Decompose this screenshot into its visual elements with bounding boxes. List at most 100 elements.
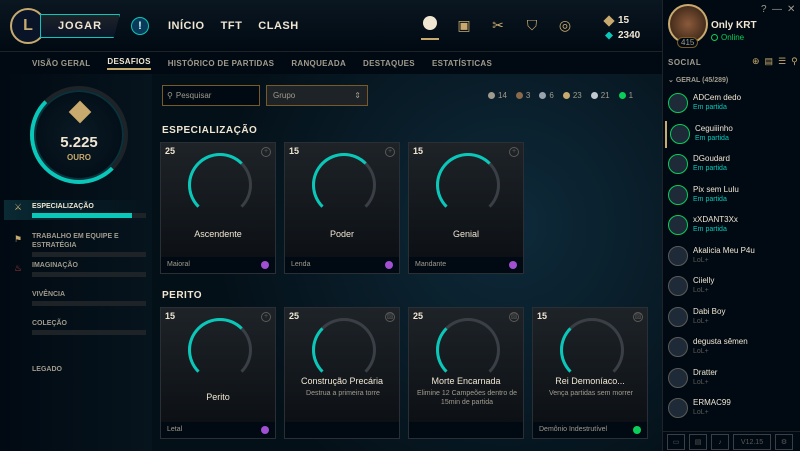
card-footer: Maioral: [161, 257, 275, 273]
challenge-card[interactable]: 25 ▨ Construção Precária Destrua a prime…: [284, 307, 400, 439]
friend-item[interactable]: Dabi Boy LoL+: [665, 304, 799, 331]
tab-highlights[interactable]: DESTAQUES: [363, 59, 415, 68]
friend-item[interactable]: Ciielly LoL+: [665, 273, 799, 300]
currency-panel[interactable]: 15 2340: [603, 13, 640, 43]
total-points: 5.225: [60, 134, 98, 151]
card-footer: Letal: [161, 422, 275, 438]
search-input[interactable]: ⚲ Pesquisar: [162, 85, 260, 106]
close-icon[interactable]: ✕: [787, 4, 795, 15]
category-progress: [32, 330, 146, 335]
nav-clash[interactable]: CLASH: [258, 20, 298, 32]
group-select[interactable]: Grupo ⇕: [266, 85, 368, 106]
challenge-card[interactable]: 15 ▨ Rei Demoníaco... Vença partidas sem…: [532, 307, 648, 439]
tab-overview[interactable]: VISÃO GERAL: [32, 59, 90, 68]
crystal-count[interactable]: 23: [562, 91, 582, 100]
category-veterancy[interactable]: VIVÊNCIA: [4, 290, 146, 306]
gauge-fill: [188, 318, 252, 382]
friend-item[interactable]: Dratter LoL+: [665, 365, 799, 392]
top-bar: L JOGAR ! INÍCIO TFT CLASH ▣ ✂ ⛉ ◎ 15 23…: [0, 0, 662, 52]
category-collection[interactable]: COLEÇÃO: [4, 319, 146, 335]
add-folder-icon[interactable]: ▤: [765, 56, 774, 67]
profile-icon[interactable]: [421, 16, 439, 40]
friend-item[interactable]: ADCem dedo Em partida: [665, 90, 799, 117]
friend-item[interactable]: Pix sem Lulu Em partida: [665, 182, 799, 209]
category-imagination[interactable]: ♨ IMAGINAÇÃO: [4, 261, 146, 277]
add-token-icon[interactable]: +: [261, 147, 271, 157]
alert-icon[interactable]: !: [131, 17, 149, 35]
token-placed-icon[interactable]: ▨: [509, 312, 519, 322]
mic-icon[interactable]: ♪: [711, 434, 729, 450]
crystal-count[interactable]: 14: [488, 91, 507, 100]
friend-status: LoL+: [693, 256, 709, 264]
friend-item[interactable]: xXDANT3Xx Em partida: [665, 212, 799, 239]
add-token-icon[interactable]: +: [261, 312, 271, 322]
progress-gauge: [436, 318, 500, 382]
crystal-icon: [590, 92, 598, 99]
section-title: PERITO: [162, 290, 203, 301]
profile-panel[interactable]: 415 Only KRT Online ? — ✕: [662, 0, 800, 52]
category-teamwork[interactable]: ⚑ TRABALHO EM EQUIPE E ESTRATÉGIA: [4, 232, 146, 257]
challenge-card[interactable]: 15 + Perito Letal: [160, 307, 276, 439]
rank-label: OURO: [67, 153, 91, 162]
tab-ranked[interactable]: RANQUEADA: [291, 59, 346, 68]
collection-icon[interactable]: ▣: [455, 16, 473, 34]
title-badge-icon: [261, 261, 269, 269]
chat-icon[interactable]: ▭: [667, 434, 685, 450]
nav-tft[interactable]: TFT: [221, 20, 243, 32]
crystal-count[interactable]: 1: [618, 91, 634, 100]
challenge-card[interactable]: 15 + Genial Mandante: [408, 142, 524, 274]
help-icon[interactable]: ?: [761, 4, 767, 15]
category-expertise[interactable]: ⚔ ESPECIALIZAÇÃO: [4, 200, 146, 220]
crystal-count[interactable]: 3: [515, 91, 530, 100]
loot-icon[interactable]: ✂: [489, 16, 507, 34]
add-token-icon[interactable]: +: [385, 147, 395, 157]
profile-subnav: VISÃO GERAL DESAFIOS HISTÓRICO DE PARTID…: [0, 52, 662, 74]
token-placed-icon[interactable]: ▨: [633, 312, 643, 322]
add-friend-icon[interactable]: ⊕: [752, 56, 760, 67]
category-legacy[interactable]: LEGADO: [32, 366, 62, 373]
friend-item[interactable]: Ceguiiinho Em partida: [665, 120, 799, 148]
friend-item[interactable]: DGoudard Em partida: [665, 151, 799, 178]
count-value: 1: [628, 91, 634, 100]
challenge-card[interactable]: 25 ▨ Morte Encarnada Elimine 12 Campeões…: [408, 307, 524, 439]
card-reward-title: Demônio Indestrutível: [539, 426, 608, 433]
clash-icon[interactable]: ⛉: [523, 16, 541, 34]
title-badge-icon: [633, 426, 641, 434]
play-button[interactable]: JOGAR: [40, 14, 120, 38]
notes-icon[interactable]: ▤: [689, 434, 707, 450]
category-label: IMAGINAÇÃO: [32, 262, 78, 269]
expertise-icon: ⚔: [14, 202, 23, 212]
tab-stats[interactable]: ESTATÍSTICAS: [432, 59, 492, 68]
friend-status: Em partida: [693, 195, 727, 203]
gauge-fill: [436, 153, 500, 217]
card-footer: Demônio Indestrutível: [533, 422, 647, 438]
token-placed-icon[interactable]: ▨: [385, 312, 395, 322]
add-token-icon[interactable]: +: [509, 147, 519, 157]
nav-home[interactable]: INÍCIO: [168, 20, 205, 32]
friend-item[interactable]: degusta sêmen LoL+: [665, 334, 799, 361]
friend-item[interactable]: Akalicia Meu P4u LoL+: [665, 243, 799, 270]
chevron-updown-icon: ⇕: [354, 91, 361, 100]
client-version: V12.15: [733, 434, 771, 450]
card-footer: [285, 422, 399, 438]
friend-group-header[interactable]: ⌄ GERAL (45/289): [668, 76, 728, 84]
settings-gear-icon[interactable]: ⚙: [775, 434, 793, 450]
crystal-count[interactable]: 6: [539, 91, 554, 100]
title-badge-icon: [385, 261, 393, 269]
tab-match-history[interactable]: HISTÓRICO DE PARTIDAS: [168, 59, 275, 68]
friend-item[interactable]: ERMAC99 LoL+: [665, 395, 799, 422]
crystal-count[interactable]: 21: [590, 91, 610, 100]
list-icon[interactable]: ☰: [778, 56, 786, 67]
store-icon[interactable]: ◎: [556, 16, 574, 34]
avatar: [668, 215, 688, 235]
online-status[interactable]: Online: [711, 33, 744, 42]
minimize-icon[interactable]: —: [772, 4, 782, 15]
category-label: ESPECIALIZAÇÃO: [32, 203, 94, 210]
gauge-fill: [188, 153, 252, 217]
card-title: Perito: [206, 392, 230, 402]
search-icon[interactable]: ⚲: [791, 56, 798, 67]
challenge-card[interactable]: 15 + Poder Lenda: [284, 142, 400, 274]
challenge-card[interactable]: 25 + Ascendente Maioral: [160, 142, 276, 274]
category-label: TRABALHO EM EQUIPE E ESTRATÉGIA: [32, 233, 119, 249]
tab-challenges[interactable]: DESAFIOS: [107, 57, 151, 70]
